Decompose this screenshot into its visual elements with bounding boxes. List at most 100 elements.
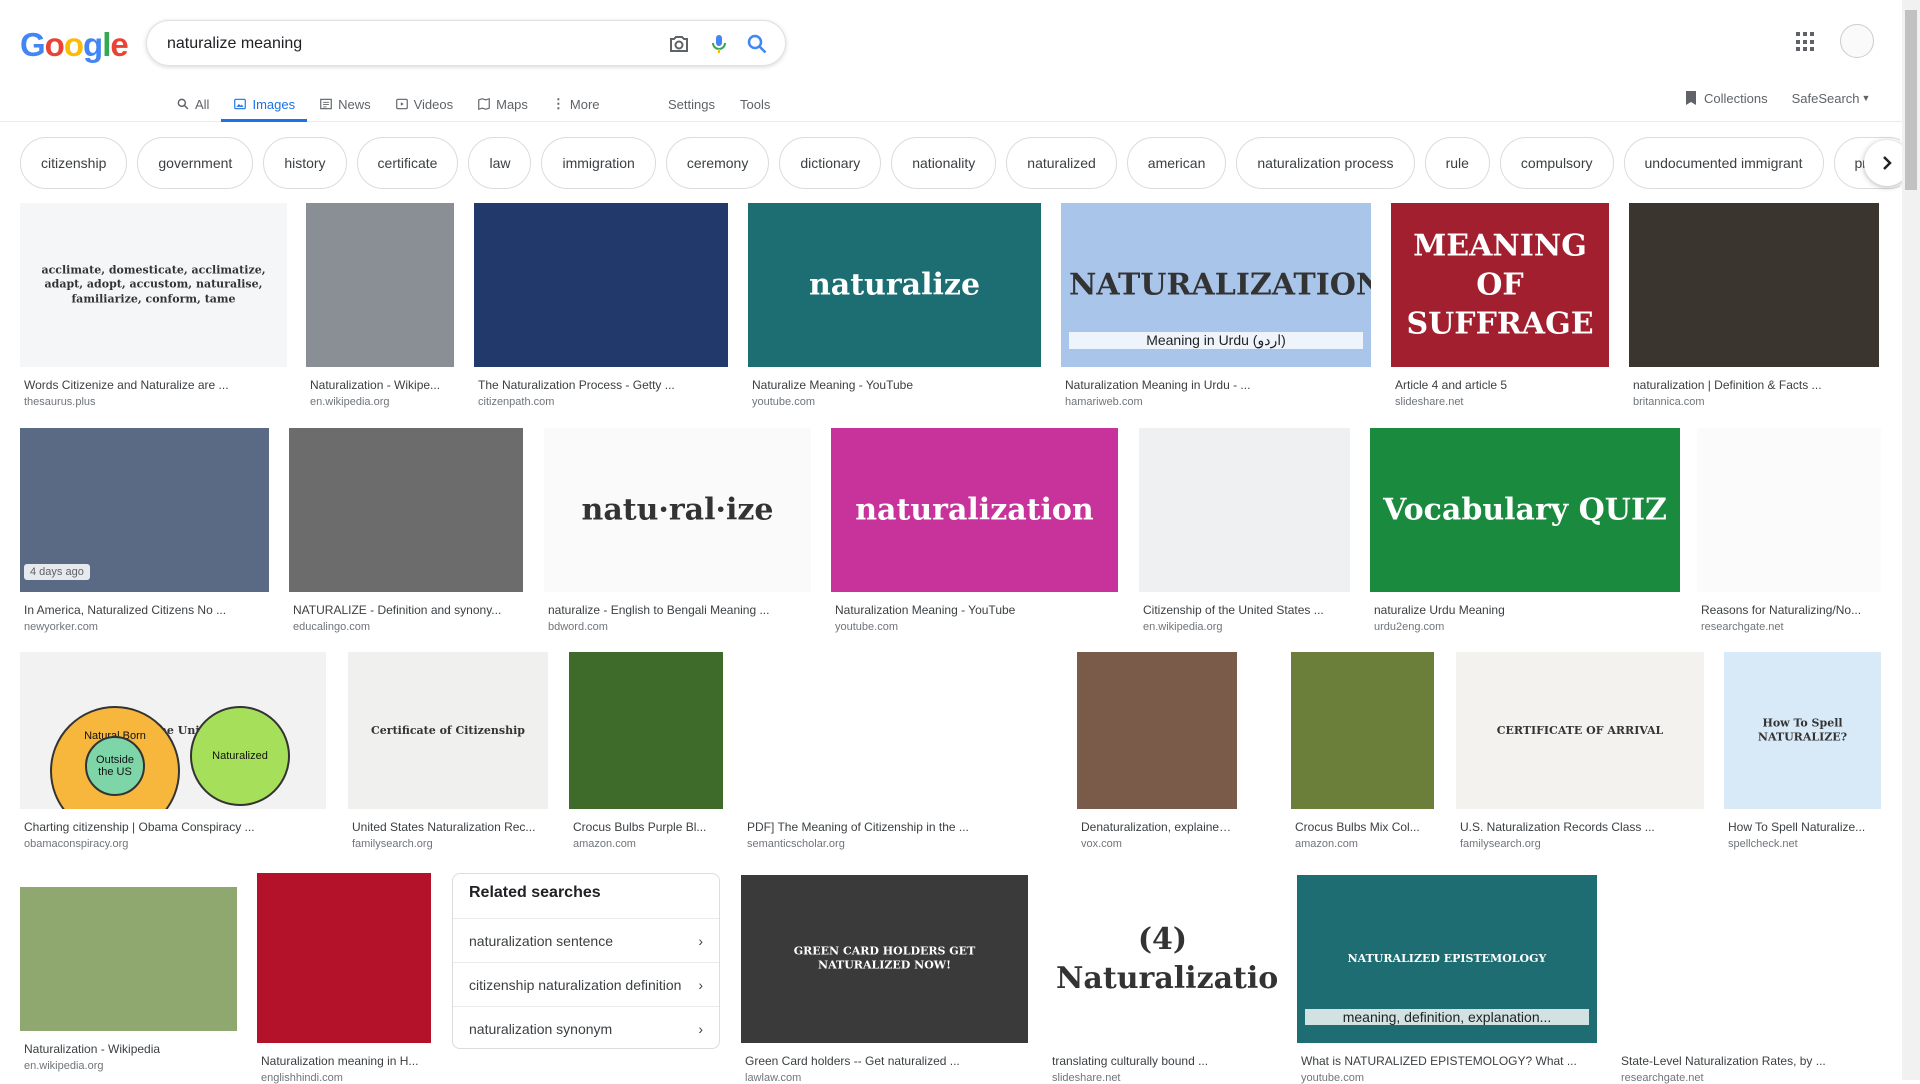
collections-link[interactable]: Collections [1684,90,1768,106]
image-thumbnail[interactable]: 4 days ago [20,428,269,592]
image-thumbnail[interactable]: Certificate of Citizenship [348,652,548,809]
image-thumbnail[interactable]: How To Spell NATURALIZE? [1724,652,1881,809]
google-logo[interactable]: Google [20,26,129,64]
tab-news[interactable]: News [307,86,383,122]
result-source[interactable]: youtube.com [831,621,1118,633]
image-thumbnail[interactable]: GREEN CARD HOLDERS GET NATURALIZED NOW! [741,875,1028,1043]
image-thumbnail[interactable]: NATURALIZED EPISTEMOLOGY meaning, definit… [1297,875,1597,1043]
result-caption[interactable]: NATURALIZE - Definition and synony... [289,603,523,617]
chip[interactable]: immigration [541,137,656,189]
image-result[interactable]: Naturalization meaning in H... englishhin… [257,873,431,1084]
image-result[interactable]: Naturalization - Wikipe... en.wikipedia.o… [306,203,454,408]
image-thumbnail[interactable] [569,652,723,809]
chip[interactable]: american [1126,137,1227,189]
related-search-item[interactable]: naturalization synonym › [453,1006,719,1050]
image-result[interactable]: naturalize Naturalize Meaning - YouTube yo… [748,203,1041,408]
image-thumbnail[interactable] [289,428,523,592]
chip[interactable]: citizenship [20,137,128,189]
image-thumbnail[interactable] [474,203,728,367]
image-result[interactable]: MEANING OF SUFFRAGE Article 4 and article… [1391,203,1609,408]
result-caption[interactable]: Naturalization - Wikipe... [306,378,454,392]
image-thumbnail[interactable]: NATURALIZATION Meaning in Urdu (اردو) [1061,203,1371,367]
result-caption[interactable]: Citizenship of the United States ... [1139,603,1350,617]
result-caption[interactable]: Crocus Bulbs Mix Col... [1291,820,1434,834]
result-caption[interactable]: What is NATURALIZED EPISTEMOLOGY? What .… [1297,1054,1597,1068]
chip[interactable]: rule [1424,137,1490,189]
result-caption[interactable]: Naturalization Meaning - YouTube [831,603,1118,617]
result-source[interactable]: britannica.com [1629,396,1879,408]
search-icon[interactable] [745,32,769,56]
camera-icon[interactable] [667,32,691,56]
result-source[interactable]: bdword.com [544,621,811,633]
chip[interactable]: history [263,137,347,189]
result-source[interactable]: englishhindi.com [257,1072,431,1084]
result-source[interactable]: familysearch.org [1456,838,1704,850]
image-thumbnail[interactable] [1077,652,1237,809]
result-source[interactable]: researchgate.net [1617,1072,1881,1084]
safesearch-toggle[interactable]: SafeSearch ▼ [1792,91,1871,106]
image-result[interactable]: (4) Naturalization translating culturally… [1048,875,1277,1084]
result-caption[interactable]: Denaturalization, explained: ho... [1077,820,1237,834]
image-thumbnail[interactable] [1617,875,1881,1043]
result-source[interactable]: youtube.com [1297,1072,1597,1084]
chip[interactable]: certificate [356,137,459,189]
related-search-item[interactable]: naturalization sentence › [453,918,719,962]
image-thumbnail[interactable]: naturalize [748,203,1041,367]
image-result[interactable]: naturalization | Definition & Facts ... b… [1629,203,1879,408]
result-caption[interactable]: PDF] The Meaning of Citizenship in the .… [743,820,1057,834]
microphone-icon[interactable] [707,32,731,56]
result-source[interactable]: vox.com [1077,838,1237,850]
tools-link[interactable]: Tools [740,86,770,122]
result-source[interactable]: spellcheck.net [1724,838,1881,850]
result-source[interactable]: newyorker.com [20,621,269,633]
chip[interactable]: government [137,137,254,189]
image-thumbnail[interactable] [257,873,431,1043]
image-result[interactable]: NATURALIZATION Meaning in Urdu (اردو) Natu… [1061,203,1371,408]
result-caption[interactable]: United States Naturalization Rec... [348,820,548,834]
image-thumbnail[interactable]: Vocabulary QUIZ [1370,428,1680,592]
image-thumbnail[interactable]: CERTIFICATE OF ARRIVAL [1456,652,1704,809]
image-result[interactable]: Reasons for Naturalizing/No... researchga… [1697,428,1881,633]
result-caption[interactable]: U.S. Naturalization Records Class ... [1456,820,1704,834]
result-source[interactable]: youtube.com [748,396,1041,408]
image-result[interactable]: PDF] The Meaning of Citizenship in the .… [743,652,1057,850]
result-caption[interactable]: State-Level Naturalization Rates, by ... [1617,1054,1881,1068]
result-caption[interactable]: naturalize Urdu Meaning [1370,603,1680,617]
tab-all[interactable]: All [164,86,221,122]
image-thumbnail[interactable] [743,652,1057,809]
result-source[interactable]: hamariweb.com [1061,396,1371,408]
result-caption[interactable]: Green Card holders -- Get naturalized ..… [741,1054,1028,1068]
image-result[interactable]: acclimate, domesticate, acclimatize, ada… [20,203,287,408]
result-source[interactable]: educalingo.com [289,621,523,633]
image-result[interactable]: Citizens of the United StatesNatural Bor… [20,652,326,850]
result-caption[interactable]: In America, Naturalized Citizens No ... [20,603,269,617]
image-result[interactable]: Crocus Bulbs Mix Col... amazon.com [1291,652,1434,850]
result-caption[interactable]: Naturalization Meaning in Urdu - ... [1061,378,1371,392]
image-thumbnail[interactable] [1291,652,1434,809]
result-source[interactable]: en.wikipedia.org [306,396,454,408]
image-thumbnail[interactable]: naturalization [831,428,1118,592]
chip[interactable]: naturalized [1006,137,1117,189]
chip[interactable]: dictionary [779,137,882,189]
result-caption[interactable]: Words Citizenize and Naturalize are ... [20,378,287,392]
result-source[interactable]: semanticscholar.org [743,838,1057,850]
result-source[interactable]: slideshare.net [1048,1072,1277,1084]
result-source[interactable]: en.wikipedia.org [1139,621,1350,633]
chip[interactable]: ceremony [665,137,770,189]
result-caption[interactable]: Reasons for Naturalizing/No... [1697,603,1881,617]
image-result[interactable]: How To Spell NATURALIZE? How To Spell Nat… [1724,652,1881,850]
tab-maps[interactable]: Maps [465,86,540,122]
result-caption[interactable]: Article 4 and article 5 [1391,378,1609,392]
result-source[interactable]: lawlaw.com [741,1072,1028,1084]
image-result[interactable]: Crocus Bulbs Purple Bl... amazon.com [569,652,723,850]
result-source[interactable]: urdu2eng.com [1370,621,1680,633]
scrollbar-thumb[interactable] [1905,10,1917,190]
chip[interactable]: law [468,137,532,189]
image-result[interactable]: State-Level Naturalization Rates, by ...… [1617,875,1881,1084]
result-caption[interactable]: How To Spell Naturalize... [1724,820,1881,834]
avatar[interactable] [1840,24,1874,58]
image-thumbnail[interactable] [306,203,454,367]
chip[interactable]: undocumented immigrant [1623,137,1824,189]
result-caption[interactable]: Crocus Bulbs Purple Bl... [569,820,723,834]
apps-grid-icon[interactable] [1796,32,1816,52]
